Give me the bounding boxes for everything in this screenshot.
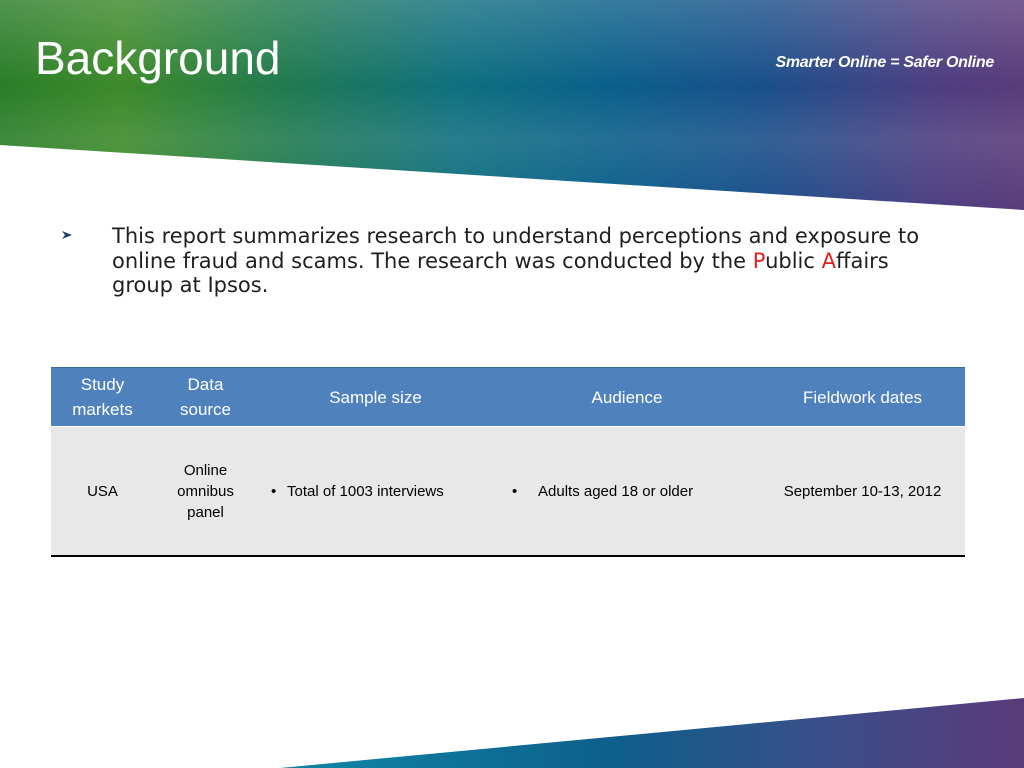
bullet-point: This report summarizes research to under… xyxy=(60,224,920,298)
slide-title: Background xyxy=(35,32,281,84)
bullet-glyph: • xyxy=(271,482,277,500)
header-audience: Audience xyxy=(494,367,760,427)
audience-text: Adults aged 18 or older xyxy=(538,482,694,500)
highlight-letter-p: P xyxy=(752,248,766,273)
highlight-letter-a: A xyxy=(821,248,836,273)
cell-fieldwork-dates: September 10-13, 2012 xyxy=(760,426,965,557)
header-data-source: Data source xyxy=(154,367,257,427)
cell-sample-size: • Total of 1003 interviews xyxy=(257,426,494,557)
cell-audience: • Adults aged 18 or older xyxy=(494,426,760,557)
footer-banner xyxy=(280,698,1024,768)
cell-study-markets: USA xyxy=(51,426,154,557)
sample-size-text: Total of 1003 interviews xyxy=(287,482,444,500)
slide-tagline: Smarter Online = Safer Online xyxy=(775,54,995,71)
bullet-glyph: • xyxy=(512,482,518,500)
bullet-text-part: ublic xyxy=(765,248,822,273)
header-study-markets: Study markets xyxy=(51,367,154,427)
header-sample-size: Sample size xyxy=(257,367,494,427)
cell-data-source: Online omnibus panel xyxy=(154,426,257,557)
header-fieldwork-dates: Fieldwork dates xyxy=(760,367,965,427)
table-header-row: Study markets Data source Sample size Au… xyxy=(51,367,965,427)
chevron-right-icon xyxy=(62,231,72,239)
table-row: USA Online omnibus panel • Total of 1003 … xyxy=(51,426,965,557)
study-details-table: Study markets Data source Sample size Au… xyxy=(51,367,965,557)
bullet-text: This report summarizes research to under… xyxy=(112,224,920,298)
